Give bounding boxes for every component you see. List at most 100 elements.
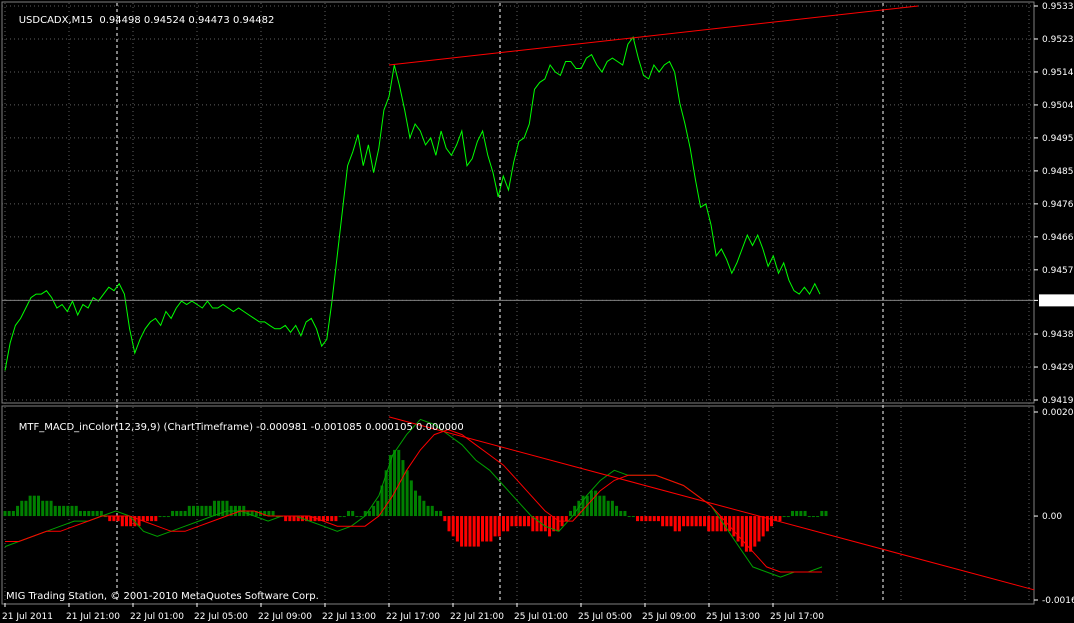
histogram-bar: [145, 516, 149, 522]
x-tick-label: 25 Jul 17:00: [770, 612, 824, 622]
price-line: [4, 36, 821, 371]
histogram-bar: [405, 470, 409, 517]
histogram-bar: [732, 516, 736, 537]
main-chart-header: USDCADX,M15 0.94498 0.94524 0.94473 0.94…: [6, 4, 275, 37]
histogram-bar: [346, 510, 350, 517]
histogram-bar: [162, 516, 166, 518]
signal-line: [5, 429, 822, 573]
x-tick-label: 25 Jul 05:00: [578, 612, 632, 622]
histogram-bar: [749, 516, 753, 552]
histogram-bar: [158, 516, 162, 518]
histogram-bar: [112, 516, 116, 522]
histogram-bar: [703, 516, 707, 527]
histogram-bar: [506, 516, 510, 532]
histogram-bar: [187, 505, 191, 517]
histogram-bar: [527, 516, 531, 527]
symbol-label: USDCADX,M15: [18, 15, 93, 26]
histogram-bar: [673, 516, 677, 532]
histogram-bar: [661, 516, 665, 527]
indicator-name: MTF_MACD_inColor(12,39,9) (ChartTimefram…: [18, 422, 253, 433]
histogram-bar: [510, 516, 514, 527]
histogram-bar: [460, 516, 464, 547]
histogram-bar: [447, 516, 451, 532]
histogram-bar: [401, 460, 405, 517]
y-tick-label: 0.002045: [1042, 408, 1074, 418]
histogram-bar: [770, 516, 774, 527]
histogram-bar: [740, 516, 744, 547]
quote-values: 0.94498 0.94524 0.94473 0.94482: [99, 15, 275, 26]
histogram-bar: [70, 505, 74, 517]
histogram-bar: [497, 516, 501, 537]
histogram-bar: [49, 500, 53, 517]
histogram-bar: [556, 516, 560, 532]
histogram-bar: [342, 516, 346, 518]
histogram-bar: [20, 500, 24, 517]
histogram-bar: [359, 516, 363, 518]
histogram-bar: [334, 516, 338, 522]
y-tick-label: 0.94665: [1042, 233, 1074, 243]
histogram-bar: [648, 516, 652, 522]
y-tick-label: 0.94570: [1042, 266, 1074, 276]
histogram-bar: [83, 510, 87, 517]
histogram-bar: [372, 505, 376, 517]
y-tick-label: 0.95045: [1042, 101, 1074, 111]
histogram-bar: [606, 500, 610, 517]
histogram-bar: [326, 516, 330, 522]
histogram-bar: [811, 516, 815, 518]
histogram-bar: [154, 516, 158, 522]
histogram-bar: [41, 500, 45, 517]
histogram-bar: [3, 510, 7, 517]
histogram-bar: [74, 505, 78, 517]
histogram-bar: [548, 516, 552, 537]
histogram-bar: [736, 516, 740, 542]
x-tick-label: 21 Jul 21:00: [66, 612, 120, 622]
histogram-bar: [191, 505, 195, 517]
histogram-bar: [522, 516, 526, 527]
histogram-bar: [807, 516, 811, 518]
y-tick-label: 0.94385: [1042, 330, 1074, 340]
histogram-bar: [631, 516, 635, 518]
histogram-bar: [803, 510, 807, 517]
histogram-bar: [677, 516, 681, 532]
histogram-bar: [439, 510, 443, 517]
histogram-bar: [636, 516, 640, 522]
y-tick-label: 0.94290: [1042, 363, 1074, 373]
histogram-bar: [66, 505, 70, 517]
histogram-bar: [221, 500, 225, 517]
histogram-bar: [615, 505, 619, 517]
histogram-bar: [430, 505, 434, 517]
histogram-bar: [179, 510, 183, 517]
x-tick-label: 25 Jul 09:00: [642, 612, 696, 622]
indicator-header: MTF_MACD_inColor(12,39,9) (ChartTimefram…: [6, 411, 464, 444]
chart-window[interactable]: 0.95330 0.95235 0.95140 0.95045 0.94950 0.948…: [0, 0, 1074, 623]
histogram-bar: [57, 505, 61, 517]
histogram-bar: [120, 516, 124, 527]
histogram-bar: [686, 516, 690, 527]
current-price-label: 0.94482: [1041, 296, 1074, 306]
histogram-bar: [728, 516, 732, 532]
histogram-bar: [422, 500, 426, 517]
x-tick-label: 22 Jul 09:00: [258, 612, 312, 622]
histogram-bar: [753, 516, 757, 547]
histogram-bar: [489, 516, 493, 542]
histogram-bar: [175, 510, 179, 517]
y-tick-label: 0.94950: [1042, 134, 1074, 144]
histogram-bar: [786, 516, 790, 518]
y-tick-label: 0.95330: [1042, 2, 1074, 12]
histogram-bar: [644, 516, 648, 522]
histogram-bar: [171, 510, 175, 517]
histogram-bar: [782, 516, 786, 518]
histogram-bar: [99, 510, 103, 517]
indicator-trendline: [388, 416, 1035, 591]
histogram-bar: [451, 516, 455, 537]
histogram-bar: [455, 516, 459, 542]
chart-canvas[interactable]: 0.95330 0.95235 0.95140 0.95045 0.94950 0.948…: [0, 0, 1074, 623]
histogram-bar: [711, 516, 715, 532]
histogram-bar: [212, 500, 216, 517]
histogram-bar: [53, 505, 57, 517]
histogram-bar: [37, 495, 41, 517]
histogram-bar: [376, 500, 380, 517]
histogram-bar: [698, 516, 702, 527]
histogram-bar: [200, 505, 204, 517]
y-tick-label: 0.94855: [1042, 167, 1074, 177]
